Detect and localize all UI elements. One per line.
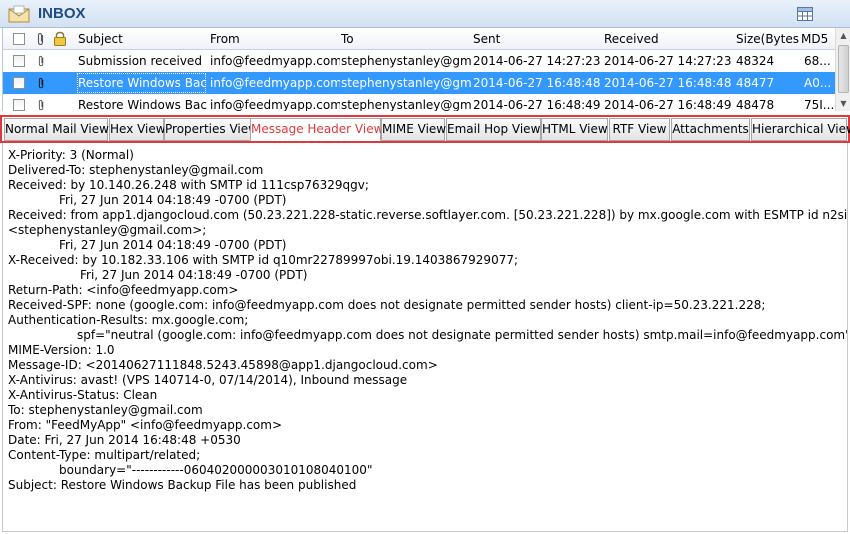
tab-email-hop-view[interactable]: Email Hop View xyxy=(446,118,541,141)
header-line: Authentication-Results: mx.google.com; xyxy=(8,313,249,327)
row-md5: A0... xyxy=(804,76,832,90)
row-from: info@feedmyapp.com xyxy=(210,54,340,68)
row-sent: 2014-06-27 14:27:23 xyxy=(473,54,601,68)
header-line: boundary="------------060402000003010108… xyxy=(59,463,373,477)
header-line: Date: Fri, 27 Jun 2014 16:48:48 +0530 xyxy=(8,433,241,447)
header-line: Content-Type: multipart/related; xyxy=(8,448,201,462)
scroll-down-arrow-icon[interactable]: ▼ xyxy=(836,96,850,111)
row-subject: Restore Windows Bac... xyxy=(78,98,207,111)
header-line: MIME-Version: 1.0 xyxy=(8,343,115,357)
row-subject: Submission received xyxy=(78,54,202,68)
tab-properties-view[interactable]: Properties View xyxy=(164,118,258,141)
tab-hex-view[interactable]: Hex View xyxy=(109,118,166,141)
column-header-md5[interactable]: MD5 xyxy=(801,28,835,50)
message-list-header: Subject From To Sent Received Size(Bytes… xyxy=(3,28,835,50)
row-to: stephenystanley@gm... xyxy=(341,54,471,68)
attachment-icon xyxy=(38,77,44,89)
column-header-from[interactable]: From xyxy=(210,28,330,50)
header-line: X-Antivirus-Status: Clean xyxy=(8,388,158,402)
header-line: From: "FeedMyApp" <info@feedmyapp.com> xyxy=(8,418,283,432)
row-sent: 2014-06-27 16:48:48 xyxy=(473,76,601,90)
header-line: Received-SPF: none (google.com: info@fee… xyxy=(8,298,766,312)
message-row-selected[interactable]: Restore Windows Bac... info@feedmyapp.co… xyxy=(3,72,835,94)
scroll-up-arrow-icon[interactable]: ▲ xyxy=(836,28,850,43)
row-subject: Restore Windows Bac... xyxy=(76,72,207,94)
attachment-column-icon xyxy=(37,32,44,46)
message-header-text: X-Priority: 3 (Normal) Delivered-To: ste… xyxy=(2,143,848,532)
header-line: Received: from app1.djangocloud.com (50.… xyxy=(8,208,848,222)
message-list-scrollbar[interactable]: ▲ ▼ xyxy=(835,28,850,111)
header-line: Subject: Restore Windows Backup File has… xyxy=(8,478,357,492)
message-row[interactable]: Restore Windows Bac... info@feedmyapp.co… xyxy=(3,94,835,111)
attachment-icon xyxy=(38,55,44,67)
row-md5: 75I... xyxy=(804,98,835,111)
column-header-sent[interactable]: Sent xyxy=(473,28,593,50)
row-checkbox[interactable] xyxy=(13,77,25,89)
folder-title: INBOX xyxy=(38,5,86,22)
row-to: stephenystanley@gm... xyxy=(341,76,471,90)
row-from: info@feedmyapp.com xyxy=(210,98,340,111)
row-size: 48324 xyxy=(736,54,775,68)
lock-column-icon xyxy=(54,31,66,46)
row-received: 2014-06-27 16:48:49 xyxy=(604,98,732,111)
tab-mime-view[interactable]: MIME View xyxy=(381,118,446,141)
header-line: X-Antivirus: avast! (VPS 140714-0, 07/14… xyxy=(8,373,408,387)
tab-message-header-view[interactable]: Message Header View xyxy=(250,118,383,141)
tab-attachments[interactable]: Attachments xyxy=(671,118,750,141)
row-checkbox[interactable] xyxy=(13,55,25,67)
header-line: Delivered-To: stephenystanley@gmail.com xyxy=(8,163,264,177)
tab-html-view[interactable]: HTML View xyxy=(541,118,608,141)
row-size: 48477 xyxy=(736,76,775,90)
row-from: info@feedmyapp.com xyxy=(210,76,340,90)
row-received: 2014-06-27 14:27:23 xyxy=(604,54,732,68)
row-size: 48478 xyxy=(736,98,775,111)
tab-rtf-view[interactable]: RTF View xyxy=(609,118,670,141)
row-md5: 68... xyxy=(804,54,831,68)
view-tabs: Normal Mail View Hex View Properties Vie… xyxy=(0,115,850,143)
header-line: Fri, 27 Jun 2014 04:18:49 -0700 (PDT) xyxy=(80,268,308,282)
column-chooser-icon[interactable] xyxy=(797,7,813,21)
inbox-titlebar: INBOX xyxy=(0,0,850,28)
row-received: 2014-06-27 16:48:48 xyxy=(604,76,732,90)
row-sent: 2014-06-27 16:48:49 xyxy=(473,98,601,111)
attachment-icon xyxy=(38,99,44,111)
header-line: Fri, 27 Jun 2014 04:18:49 -0700 (PDT) xyxy=(59,238,287,252)
header-line: X-Priority: 3 (Normal) xyxy=(8,148,134,162)
header-line: To: stephenystanley@gmail.com xyxy=(8,403,203,417)
header-line: <stephenystanley@gmail.com>; xyxy=(8,223,207,237)
tab-normal-mail-view[interactable]: Normal Mail View xyxy=(4,118,109,141)
column-header-size[interactable]: Size(Bytes) xyxy=(736,28,800,50)
column-header-subject[interactable]: Subject xyxy=(78,28,198,50)
row-to: stephenystanley@gm... xyxy=(341,98,471,111)
tab-hierarchical-view[interactable]: Hierarchical View xyxy=(751,118,850,141)
header-line: Received: by 10.140.26.248 with SMTP id … xyxy=(8,178,369,192)
select-all-checkbox[interactable] xyxy=(13,33,25,45)
scrollbar-thumb[interactable] xyxy=(838,45,849,93)
column-header-to[interactable]: To xyxy=(341,28,461,50)
header-line: Message-ID: <20140627111848.5243.45898@a… xyxy=(8,358,438,372)
envelope-icon xyxy=(8,5,30,23)
message-row[interactable]: Submission received info@feedmyapp.com s… xyxy=(3,50,835,72)
row-checkbox[interactable] xyxy=(13,99,25,111)
header-line: X-Received: by 10.182.33.106 with SMTP i… xyxy=(8,253,519,267)
column-header-received[interactable]: Received xyxy=(604,28,724,50)
header-line: spf="neutral (google.com: info@feedmyapp… xyxy=(77,328,848,342)
header-line: Return-Path: <info@feedmyapp.com> xyxy=(8,283,239,297)
message-list: Subject From To Sent Received Size(Bytes… xyxy=(2,28,835,111)
header-line: Fri, 27 Jun 2014 04:18:49 -0700 (PDT) xyxy=(59,193,287,207)
